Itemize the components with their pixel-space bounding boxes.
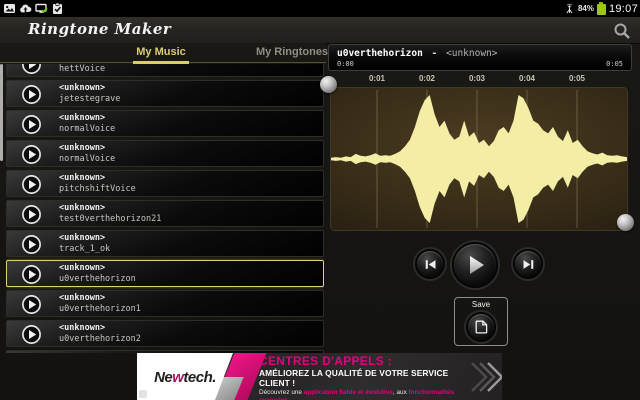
clip-end-time: 0:05 [606, 60, 623, 68]
track-title: hettVoice [59, 64, 105, 74]
trim-end-handle[interactable] [617, 214, 634, 231]
track-artist: <unknown> [59, 323, 141, 334]
track-title: track_1_ok [59, 244, 110, 255]
music-list: <unknown> hettVoice <unknown> jetestegra… [6, 64, 324, 353]
now-playing-title: u0verthehorizon [337, 48, 423, 59]
clip-start-time: 0:00 [337, 60, 354, 68]
cloud-upload-icon [19, 2, 32, 15]
ad-banner[interactable]: Newtech. CENTRES D'APPELS : AMÉLIOREZ LA… [137, 353, 502, 400]
now-playing-text: u0verthehorizon - <unknown> [337, 48, 497, 59]
tab-strip: My Music My Ringtones [0, 43, 326, 64]
play-icon [463, 253, 487, 277]
music-list-item[interactable]: <unknown> pitchshiftVoice [6, 170, 324, 197]
play-icon[interactable] [21, 144, 42, 165]
skip-to-start-icon [424, 258, 437, 271]
antenna-signal-icon [564, 2, 575, 15]
display-check-icon [35, 2, 48, 15]
app-title: Ringtone Maker [28, 20, 171, 38]
waveform-timeline: 0:01 0:02 0:03 0:04 0:05 [330, 74, 628, 85]
track-title: normalVoice [59, 124, 115, 135]
now-playing-artist: <unknown> [446, 48, 497, 59]
track-artist: <unknown> [59, 233, 110, 244]
ad-subheadline: AMÉLIOREZ LA QUALITÉ DE VOTRE SERVICE CL… [259, 368, 474, 388]
play-icon[interactable] [21, 204, 42, 225]
play-icon[interactable] [21, 174, 42, 195]
track-title: pitchshiftVoice [59, 184, 136, 195]
now-playing-panel: u0verthehorizon - <unknown> 0:00 0:05 [328, 44, 632, 71]
play-icon[interactable] [21, 324, 42, 345]
track-title: jetestegrave [59, 94, 120, 105]
music-list-item[interactable]: <unknown> u0verthehorizon1 [6, 290, 324, 317]
timeline-tick: 0:04 [514, 74, 540, 83]
music-list-item[interactable]: <unknown> normalVoice [6, 110, 324, 137]
play-button[interactable] [452, 242, 498, 288]
action-bar: Ringtone Maker [0, 17, 640, 44]
ad-chevrons-icon [468, 357, 502, 397]
music-list-item[interactable]: <unknown> normalVoice [6, 140, 324, 167]
track-artist: <unknown> [59, 83, 120, 94]
track-artist: <unknown> [59, 173, 136, 184]
skip-to-end-icon [522, 258, 535, 271]
track-title: test0verthehorizon21 [59, 214, 161, 225]
music-list-viewport: <unknown> hettVoice <unknown> jetestegra… [6, 64, 324, 353]
track-title: u0verthehorizon2 [59, 334, 141, 345]
play-icon[interactable] [21, 264, 42, 285]
track-artist: <unknown> [59, 263, 136, 274]
play-icon[interactable] [21, 234, 42, 255]
play-icon[interactable] [21, 84, 42, 105]
music-list-item[interactable]: <unknown> u0verthehorizon2 [6, 320, 324, 347]
ad-headline: CENTRES D'APPELS : [259, 354, 474, 368]
skip-to-start-button[interactable] [415, 249, 445, 279]
track-artist: <unknown> [59, 113, 115, 124]
timeline-tick: 0:01 [364, 74, 390, 83]
play-icon[interactable] [21, 294, 42, 315]
ringtone-maker-screen: 84% 19:07 Ringtone Maker My Music My Rin… [0, 0, 640, 400]
track-title: normalVoice [59, 154, 115, 165]
track-title: u0verthehorizon [59, 274, 136, 285]
notification-icons [0, 2, 64, 15]
music-list-item[interactable]: <unknown> jetestegrave [6, 80, 324, 107]
clipboard-check-icon [51, 2, 64, 15]
ad-logo: Newtech. [141, 369, 229, 386]
save-label: Save [455, 300, 507, 309]
battery-percent: 84% [578, 4, 594, 13]
ad-choices-icon[interactable] [139, 390, 147, 398]
music-list-item[interactable]: <unknown> u0verthehorizon [6, 260, 324, 287]
battery-icon [597, 2, 606, 15]
search-icon[interactable] [612, 21, 632, 41]
skip-to-end-button[interactable] [513, 249, 543, 279]
status-bar: 84% 19:07 [0, 0, 640, 17]
track-artist: <unknown> [59, 143, 115, 154]
timeline-tick: 0:03 [464, 74, 490, 83]
gallery-icon [3, 2, 16, 15]
music-list-item[interactable]: <unknown> hettVoice [6, 64, 324, 77]
waveform-editor[interactable] [330, 87, 628, 231]
save-file-icon [473, 319, 489, 335]
play-icon[interactable] [21, 64, 42, 75]
list-scrollbar[interactable] [0, 64, 3, 161]
track-title: u0verthehorizon1 [59, 304, 141, 315]
track-artist: <unknown> [59, 293, 141, 304]
music-list-item[interactable]: <unknown> test0verthehorizon21 [6, 200, 324, 227]
track-artist: <unknown> [59, 203, 161, 214]
timeline-tick: 0:02 [414, 74, 440, 83]
ad-body-line1: Découvrez une application fiable et évol… [259, 389, 474, 400]
waveform [331, 88, 627, 230]
ad-text: CENTRES D'APPELS : AMÉLIOREZ LA QUALITÉ … [259, 354, 474, 400]
trim-start-handle[interactable] [320, 76, 337, 93]
save-button[interactable] [466, 312, 496, 342]
clock: 19:07 [609, 3, 638, 15]
music-list-item[interactable]: <unknown> track_1_ok [6, 230, 324, 257]
play-icon[interactable] [21, 114, 42, 135]
timeline-tick: 0:05 [564, 74, 590, 83]
